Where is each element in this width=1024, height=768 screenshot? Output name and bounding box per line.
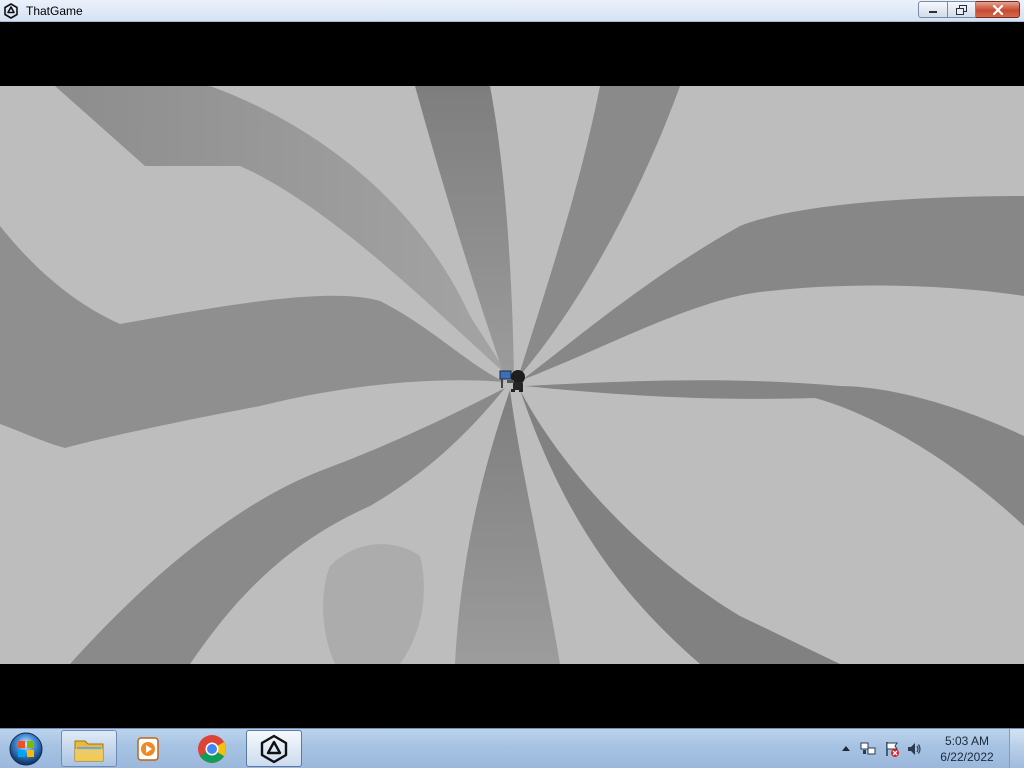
network-icon[interactable] [860,741,876,757]
action-center-flag-icon[interactable] [884,741,900,757]
close-icon [992,4,1003,15]
minimize-icon [929,10,937,13]
folder-icon [74,740,104,761]
player-character-sprite[interactable] [498,368,528,396]
system-tray: 5:03 AM 6/22/2022 [834,729,1024,768]
window-title: ThatGame [26,4,83,18]
clock-date: 6/22/2022 [940,750,994,764]
taskbar-chrome[interactable] [184,730,240,767]
game-viewport[interactable] [0,86,1024,664]
window-controls [918,1,1020,19]
clock-time: 5:03 AM [944,734,990,748]
show-hidden-icons-arrow[interactable] [838,741,854,757]
restore-icon [955,4,967,15]
taskbar-media-player[interactable] [120,730,176,767]
show-desktop-button[interactable] [1009,729,1024,768]
windows-start-orb[interactable] [6,730,46,768]
chrome-icon [198,734,226,763]
unity-icon [260,734,288,763]
taskbar: 5:03 AM 6/22/2022 [0,728,1024,768]
taskbar-clock[interactable]: 5:03 AM 6/22/2022 [932,733,1002,765]
media-player-icon [137,736,159,761]
window-titlebar[interactable]: ThatGame [0,0,1024,22]
close-button[interactable] [976,1,1020,18]
game-window: ThatGame [0,0,1024,728]
unity-icon [4,3,18,19]
volume-icon[interactable] [906,741,922,757]
taskbar-unity[interactable] [246,730,302,767]
minimize-button[interactable] [918,1,948,18]
restore-button[interactable] [948,1,976,18]
taskbar-file-explorer[interactable] [61,730,117,767]
